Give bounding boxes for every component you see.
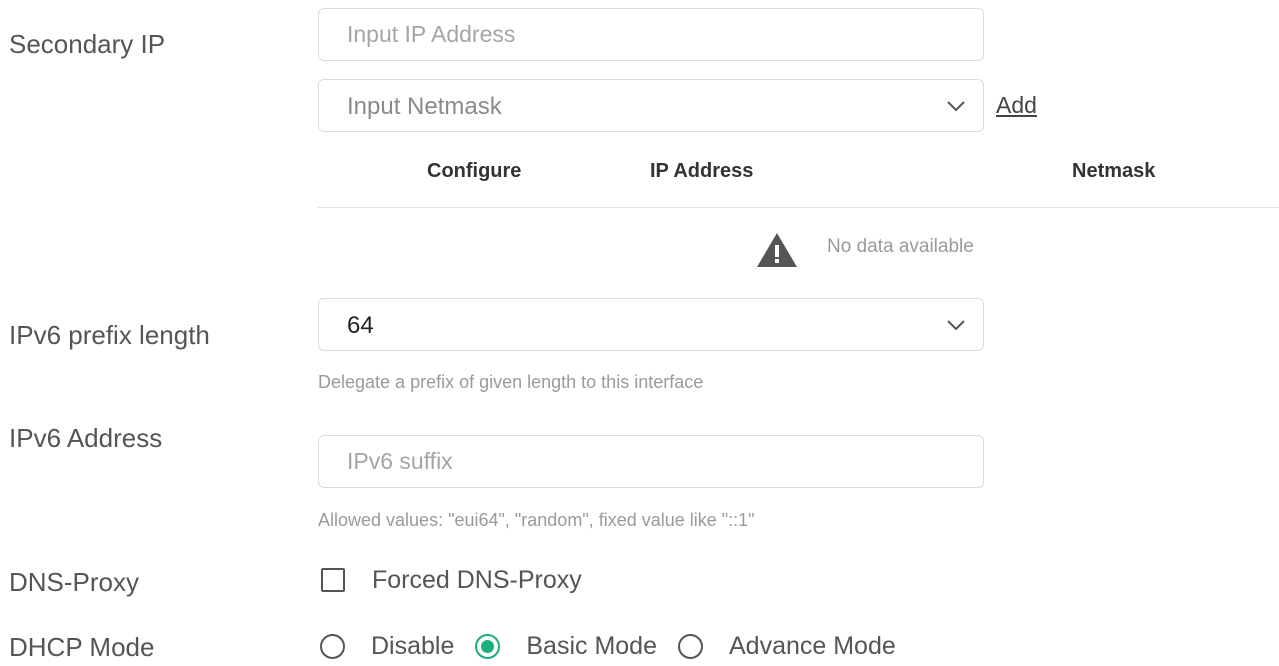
secondary-ip-label: Secondary IP <box>9 29 166 59</box>
no-data-text: No data available <box>827 236 974 257</box>
add-secondary-ip-link[interactable]: Add <box>996 91 1037 119</box>
dhcp-mode-disable-label: Disable <box>371 631 455 660</box>
dhcp-mode-disable-option[interactable]: Disable <box>320 632 454 661</box>
ipv6-prefix-length-select[interactable]: 64 <box>318 298 984 351</box>
dhcp-mode-advance-radio[interactable] <box>678 633 703 659</box>
ipv6-address-hint: Allowed values: "eui64", "random", fixed… <box>318 510 755 530</box>
forced-dns-proxy-option[interactable]: Forced DNS-Proxy <box>321 565 582 595</box>
forced-dns-proxy-label: Forced DNS-Proxy <box>372 565 582 594</box>
dhcp-mode-basic-label: Basic Mode <box>526 631 657 660</box>
chevron-down-icon[interactable] <box>945 314 967 336</box>
netmask-placeholder: Input Netmask <box>347 93 502 120</box>
forced-dns-proxy-checkbox[interactable] <box>321 568 345 592</box>
dhcp-mode-disable-radio[interactable] <box>320 633 345 659</box>
dhcp-mode-radio-group: Disable Basic Mode Advance Mode <box>320 630 917 662</box>
ipv6-prefix-length-value: 64 <box>347 312 374 339</box>
dhcp-mode-basic-radio[interactable] <box>475 633 501 659</box>
chevron-down-icon[interactable] <box>945 95 967 117</box>
ipv6-prefix-hint: Delegate a prefix of given length to thi… <box>318 372 704 392</box>
ipv6-address-field[interactable] <box>318 435 984 488</box>
dhcp-mode-basic-option[interactable]: Basic Mode <box>475 632 657 661</box>
column-header-netmask: Netmask <box>1072 160 1156 182</box>
warning-icon <box>756 232 798 268</box>
dns-proxy-label: DNS-Proxy <box>9 567 140 597</box>
secondary-ip-address-input[interactable] <box>319 9 907 60</box>
ipv6-prefix-length-label: IPv6 prefix length <box>9 320 210 350</box>
table-divider <box>318 207 1279 208</box>
dhcp-mode-label: DHCP Mode <box>9 632 155 662</box>
secondary-ip-address-field[interactable] <box>318 8 984 61</box>
ipv6-address-label: IPv6 Address <box>9 423 163 453</box>
column-header-configure: Configure <box>427 160 522 182</box>
column-header-ip-address: IP Address <box>650 160 754 182</box>
netmask-select[interactable]: Input Netmask <box>318 79 984 132</box>
ipv6-suffix-input[interactable] <box>319 436 907 487</box>
dhcp-mode-advance-label: Advance Mode <box>729 631 896 660</box>
dhcp-mode-advance-option[interactable]: Advance Mode <box>678 632 896 661</box>
